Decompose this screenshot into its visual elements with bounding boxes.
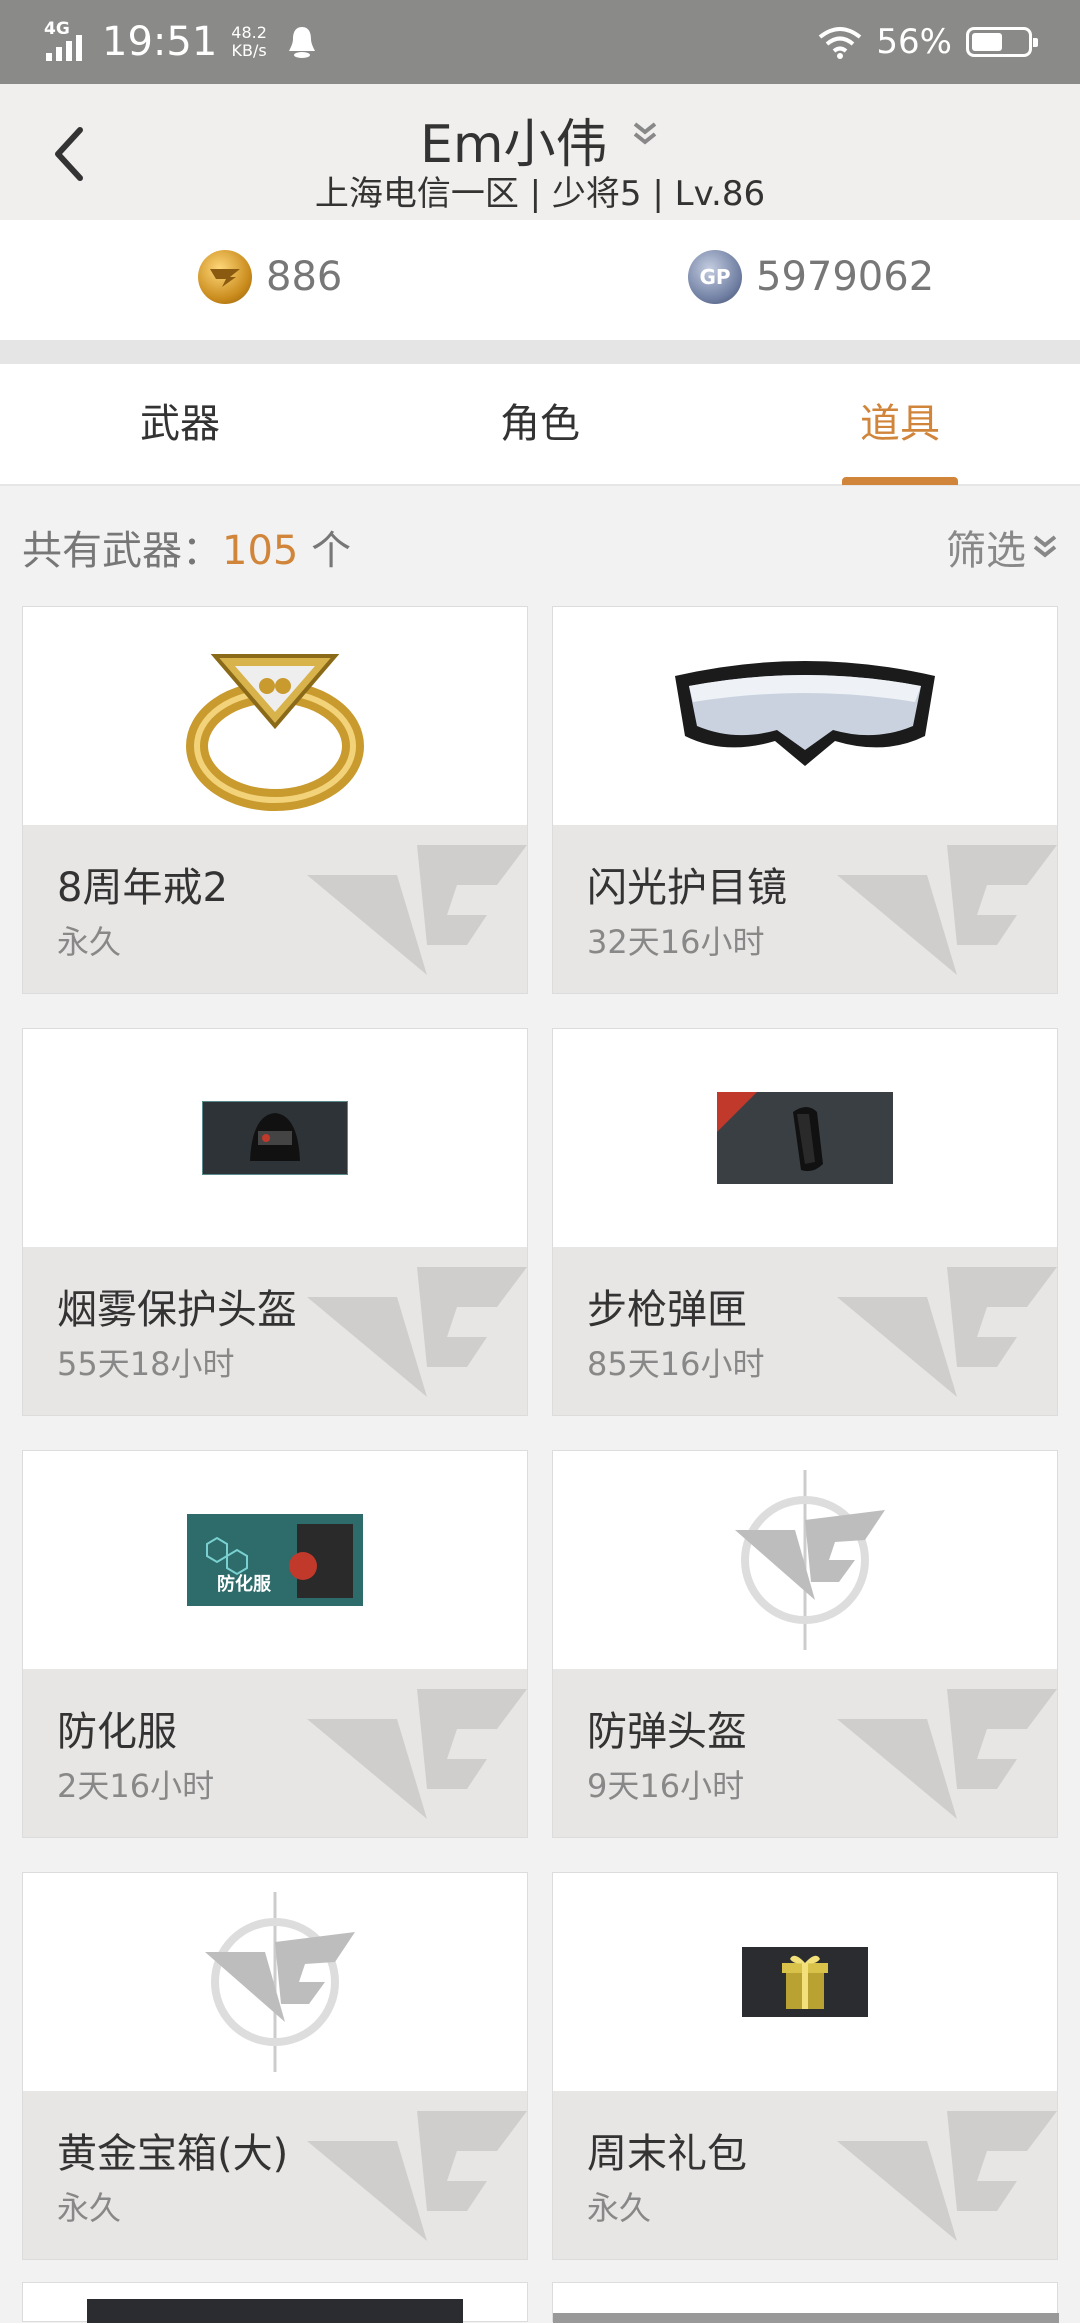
item-image-partial: [87, 2299, 463, 2323]
item-card[interactable]: 黄金宝箱(大) 永久: [22, 1872, 528, 2260]
inventory-summary: 共有武器：105 个 筛选: [0, 486, 1080, 606]
signal-icon: 4G: [44, 19, 92, 65]
item-info: 黄金宝箱(大) 永久: [23, 2091, 527, 2259]
item-duration: 85天16小时: [587, 1345, 765, 1383]
item-name: 烟雾保护头盔: [57, 1287, 297, 1333]
active-tab-indicator: [842, 477, 958, 485]
profile-header: Em小伟 上海电信一区 | 少将5 | Lv.86: [0, 84, 1080, 220]
item-name: 步枪弹匣: [587, 1287, 747, 1333]
item-info: 烟雾保护头盔 55天18小时: [23, 1247, 527, 1415]
ring-icon: [186, 654, 364, 811]
item-info: 闪光护目镜 32天16小时: [553, 825, 1057, 993]
item-count: 共有武器：105 个: [22, 518, 351, 576]
speed-value: 48.2: [231, 23, 267, 42]
category-tabs: 武器 角色 道具: [0, 364, 1080, 486]
tab-items[interactable]: 道具: [720, 364, 1080, 484]
item-name: 防弹头盔: [587, 1709, 747, 1755]
item-duration: 永久: [587, 2189, 652, 2227]
gp-coin-icon: GP: [688, 250, 742, 304]
item-name: 周末礼包: [587, 2131, 747, 2177]
magazine-icon: [717, 1092, 893, 1184]
cf-placeholder-icon: [205, 1892, 355, 2072]
status-bar: 4G 19:51 48.2 KB/s 56%: [0, 0, 1080, 84]
item-duration: 32天16小时: [587, 923, 765, 961]
item-info: 8周年戒2 永久: [23, 825, 527, 993]
hazmat-suit-icon: 防化服: [187, 1514, 363, 1606]
item-duration: 永久: [57, 2189, 122, 2227]
item-image-partial: [553, 2313, 1059, 2323]
clock: 19:51: [102, 19, 218, 65]
battery-icon: [966, 27, 1038, 57]
cf-watermark-icon: [307, 845, 527, 975]
speed-unit: KB/s: [231, 41, 267, 60]
currency-row: 886 GP 5979062: [0, 220, 1080, 340]
item-card[interactable]: 防化服 防化服 2天16小时: [22, 1450, 528, 1838]
count-prefix: 共有武器：: [22, 528, 222, 574]
item-info: 步枪弹匣 85天16小时: [553, 1247, 1057, 1415]
gp-points: GP 5979062: [688, 250, 934, 304]
item-card[interactable]: 周末礼包 永久: [552, 1872, 1058, 2260]
network-speed: 48.2 KB/s: [231, 24, 267, 60]
cf-placeholder-icon: [735, 1470, 885, 1650]
double-chevron-down-icon: [1033, 535, 1057, 558]
divider: [0, 340, 1080, 364]
cf-watermark-icon: [837, 1689, 1057, 1819]
cf-watermark-icon: [837, 845, 1057, 975]
cf-coin-icon: [198, 250, 252, 304]
item-image: [23, 607, 527, 825]
item-image: [23, 1029, 527, 1247]
item-card-partial[interactable]: [552, 2282, 1059, 2323]
cf-points: 886: [198, 250, 342, 304]
battery-percent: 56%: [876, 22, 952, 62]
item-image: 防化服: [23, 1451, 527, 1669]
filter-label: 筛选: [946, 528, 1026, 574]
item-image: [553, 1873, 1057, 2091]
item-badge: 防化服: [217, 1574, 271, 1595]
wifi-icon: [819, 27, 862, 59]
battery-level: [972, 33, 1003, 51]
goggles-icon: [675, 661, 935, 766]
tab-characters[interactable]: 角色: [360, 364, 720, 484]
item-card[interactable]: 闪光护目镜 32天16小时: [552, 606, 1058, 994]
cf-watermark-icon: [307, 1689, 527, 1819]
item-duration: 2天16小时: [57, 1767, 215, 1805]
item-card[interactable]: 防弹头盔 9天16小时: [552, 1450, 1058, 1838]
gp-coin-label: GP: [699, 265, 731, 289]
cf-watermark-icon: [837, 1267, 1057, 1397]
item-image: [553, 607, 1057, 825]
qq-notification-icon: [288, 27, 315, 58]
gift-box-icon: [742, 1947, 868, 2017]
gp-points-value: 5979062: [756, 254, 935, 300]
cf-points-value: 886: [266, 254, 343, 300]
item-name: 8周年戒2: [57, 865, 228, 911]
item-name: 闪光护目镜: [587, 865, 787, 911]
item-card[interactable]: 8周年戒2 永久: [22, 606, 528, 994]
item-card-partial[interactable]: [22, 2282, 528, 2323]
count-suffix: 个: [298, 528, 352, 574]
player-server-rank-level: 上海电信一区 | 少将5 | Lv.86: [314, 174, 766, 214]
item-duration: 永久: [57, 923, 122, 961]
item-name: 黄金宝箱(大): [57, 2131, 289, 2177]
item-duration: 55天18小时: [57, 1345, 235, 1383]
item-info: 防弹头盔 9天16小时: [553, 1669, 1057, 1837]
cf-watermark-icon: [837, 2111, 1057, 2241]
item-info: 防化服 2天16小时: [23, 1669, 527, 1837]
double-chevron-down-icon: [633, 122, 657, 145]
item-name: 防化服: [57, 1709, 177, 1755]
count-number: 105: [222, 528, 299, 574]
item-image: [23, 1873, 527, 2091]
filter-button[interactable]: 筛选: [946, 518, 1058, 576]
item-image: [553, 1029, 1057, 1247]
item-card[interactable]: 步枪弹匣 85天16小时: [552, 1028, 1058, 1416]
item-card[interactable]: 烟雾保护头盔 55天18小时: [22, 1028, 528, 1416]
cf-watermark-icon: [307, 2111, 527, 2241]
item-image: [553, 1451, 1057, 1669]
helmet-icon: [202, 1101, 348, 1175]
item-duration: 9天16小时: [587, 1767, 745, 1805]
item-info: 周末礼包 永久: [553, 2091, 1057, 2259]
cf-watermark-icon: [307, 1267, 527, 1397]
tab-weapons[interactable]: 武器: [0, 364, 360, 484]
